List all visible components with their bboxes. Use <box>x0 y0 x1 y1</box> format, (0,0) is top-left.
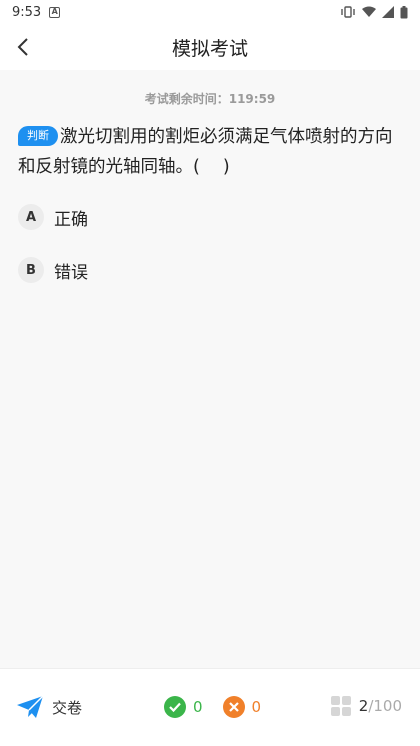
exam-timer: 考试剩余时间：119:59 <box>0 90 420 107</box>
option-text: 正确 <box>54 209 88 230</box>
timer-value: 119:59 <box>228 92 276 106</box>
correct-count: 0 <box>193 698 203 716</box>
option-a[interactable]: A 正确 <box>18 203 398 231</box>
check-circle-icon <box>164 696 186 718</box>
vibrate-icon <box>341 6 355 18</box>
cross-circle-icon <box>222 696 245 718</box>
current-question: 2 <box>358 697 369 715</box>
submit-button[interactable]: 交卷 <box>16 695 82 719</box>
wifi-icon <box>362 6 376 17</box>
question-progress[interactable]: 2/100 <box>330 696 402 716</box>
wrong-count: 0 <box>251 698 262 716</box>
timer-label: 考试剩余时间： <box>144 92 229 106</box>
battery-icon <box>400 5 408 18</box>
total-questions: /100 <box>368 697 402 715</box>
option-letter: B <box>18 257 44 283</box>
status-time: 9:53 <box>12 4 42 20</box>
question-text: 激光切割用的割炬必须满足气体喷射的方向和反射镜的光轴同轴。( ) <box>18 127 393 177</box>
back-button[interactable] <box>8 32 38 62</box>
option-text: 错误 <box>54 262 88 283</box>
paper-plane-icon <box>17 695 44 718</box>
answer-counts: 0 0 <box>164 696 261 718</box>
chevron-left-icon <box>17 38 28 56</box>
page-title: 模拟考试 <box>171 37 248 60</box>
question: 判断 激光切割用的割炬必须满足气体喷射的方向和反射镜的光轴同轴。( ) <box>18 122 398 182</box>
notification-icon: A <box>49 6 61 18</box>
option-letter: A <box>18 204 44 230</box>
question-type-badge: 判断 <box>18 126 58 146</box>
submit-label: 交卷 <box>52 698 83 717</box>
grid-icon <box>330 696 351 716</box>
app-bar: 模拟考试 <box>0 24 420 70</box>
signal-icon <box>382 6 394 18</box>
status-icons <box>340 5 408 19</box>
question-area: 考试剩余时间：119:59 判断 激光切割用的割炬必须满足气体喷射的方向和反射镜的… <box>0 70 420 668</box>
bottom-bar: 交卷 0 0 2/100 <box>0 668 420 746</box>
status-bar: 9:53 A <box>0 0 420 24</box>
option-b[interactable]: B 错误 <box>18 256 398 284</box>
